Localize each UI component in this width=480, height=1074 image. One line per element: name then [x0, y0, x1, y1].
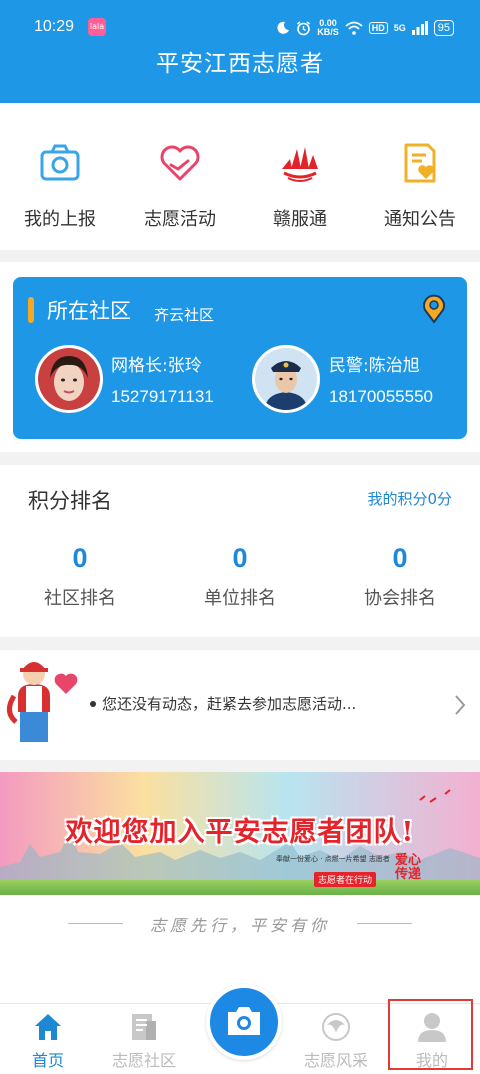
banner-love-text: 爱心传递 [395, 853, 422, 882]
quick-menu-label: 通知公告 [384, 209, 456, 230]
my-points-link[interactable]: 我的积分0分 [367, 488, 452, 509]
quick-menu: 我的上报 志愿活动 赣服通 通知公告 [0, 103, 480, 250]
volunteer-mascot-icon [7, 662, 78, 742]
notice-document-icon [404, 143, 436, 183]
network-type: 5G [393, 23, 406, 33]
rank-label: 单位排名 [204, 588, 276, 609]
quick-menu-label: 志愿活动 [144, 209, 216, 230]
ganfutong-logo-icon [282, 147, 318, 182]
woman-portrait-icon [38, 348, 100, 410]
quick-menu-volunteer-activity[interactable]: 志愿活动 [120, 103, 240, 250]
news-ticker[interactable]: 您还没有动态，赶紧去参加志愿活动... [0, 650, 480, 760]
chevron-right-icon[interactable] [450, 690, 470, 720]
slogan-text: 志愿先行，平安有你 [149, 916, 330, 935]
app-notification-badge: lala [88, 18, 106, 36]
grid-leader-role: 网格长:张玲 [111, 356, 202, 376]
home-icon [35, 1014, 61, 1040]
net-speed: 0.00 KB/S [317, 19, 339, 37]
rank-label: 协会排名 [364, 588, 436, 609]
police-portrait-icon [255, 348, 317, 410]
grid-leader-phone[interactable]: 15279171131 [111, 387, 214, 407]
community-rank[interactable]: 0 社区排名 [0, 543, 160, 610]
rank-value: 0 [232, 543, 248, 573]
rank-value: 0 [72, 543, 88, 573]
tab-label: 志愿风采 [303, 1051, 368, 1070]
community-title: 所在社区 [47, 299, 131, 323]
volunteer-style-icon [322, 1013, 350, 1041]
page-title: 平安江西志愿者 [156, 51, 324, 77]
alarm-icon [297, 20, 311, 35]
news-text: 您还没有动态，赶紧去参加志愿活动... [102, 695, 357, 713]
moon-icon [277, 21, 290, 34]
status-icons: 0.00 KB/S HD 5G 95 [276, 16, 454, 40]
grid-leader-avatar[interactable] [35, 345, 103, 413]
banner-subtitle: 奉献一份爱心 · 点燃一片希望 志愿者 [276, 855, 390, 863]
quick-menu-my-report[interactable]: 我的上报 [0, 103, 120, 250]
camera-icon [228, 1007, 260, 1035]
signal-icon [411, 21, 428, 35]
rank-value: 0 [392, 543, 408, 573]
police-phone[interactable]: 18170055550 [329, 387, 433, 407]
community-section: 所在社区 齐云社区 网格长:张玲 15279171131 民警:陈治旭 1817… [0, 262, 480, 452]
unit-rank[interactable]: 0 单位排名 [160, 543, 320, 610]
title-accent-bar [28, 297, 34, 323]
app-header: 10:29 lala 0.00 KB/S HD 5G 95 平安江西志愿者 [0, 0, 480, 103]
battery-indicator: 95 [433, 20, 454, 36]
rank-label: 社区排名 [44, 588, 116, 609]
bullet-dot [90, 701, 96, 707]
net-speed-unit: KB/S [317, 27, 339, 37]
camera-outline-icon [40, 144, 80, 181]
quick-menu-label: 赣服通 [273, 209, 327, 230]
camera-report-button[interactable] [206, 984, 282, 1060]
tab-label: 志愿社区 [111, 1051, 176, 1070]
police-role: 民警:陈治旭 [329, 356, 420, 376]
quick-menu-notice[interactable]: 通知公告 [360, 103, 480, 250]
hd-badge: HD [368, 22, 388, 34]
promo-banner[interactable]: 欢迎您加入平安志愿者团队! 奉献一份爱心 · 点燃一片希望 志愿者 志愿者在行动… [0, 772, 480, 895]
slogan-divider-right [357, 923, 412, 924]
tab-volunteer-community[interactable]: 志愿社区 [96, 1004, 192, 1074]
community-card[interactable]: 所在社区 齐云社区 网格长:张玲 15279171131 民警:陈治旭 1817… [13, 277, 467, 439]
points-title: 积分排名 [28, 489, 112, 513]
quick-menu-label: 我的上报 [24, 209, 96, 230]
tab-volunteer-style[interactable]: 志愿风采 [288, 1004, 384, 1074]
community-doc-icon [132, 1014, 156, 1040]
banner-headline: 欢迎您加入平安志愿者团队! [65, 817, 415, 848]
quick-menu-ganfutong[interactable]: 赣服通 [240, 103, 360, 250]
heart-hand-icon [160, 145, 200, 181]
police-avatar[interactable] [252, 345, 320, 413]
wifi-icon [345, 21, 363, 35]
status-time: 10:29 [34, 18, 75, 35]
tab-home[interactable]: 首页 [0, 1004, 96, 1074]
association-rank[interactable]: 0 协会排名 [320, 543, 480, 610]
points-ranking-section: 积分排名 我的积分0分 0 社区排名 0 单位排名 0 协会排名 [0, 465, 480, 637]
highlight-marker [388, 999, 473, 1070]
community-name: 齐云社区 [154, 306, 215, 324]
status-bar: 10:29 lala 0.00 KB/S HD 5G 95 [0, 0, 480, 40]
banner-tag: 志愿者在行动 [314, 872, 377, 887]
tab-label: 首页 [31, 1051, 64, 1070]
location-pin-icon[interactable] [419, 294, 449, 324]
